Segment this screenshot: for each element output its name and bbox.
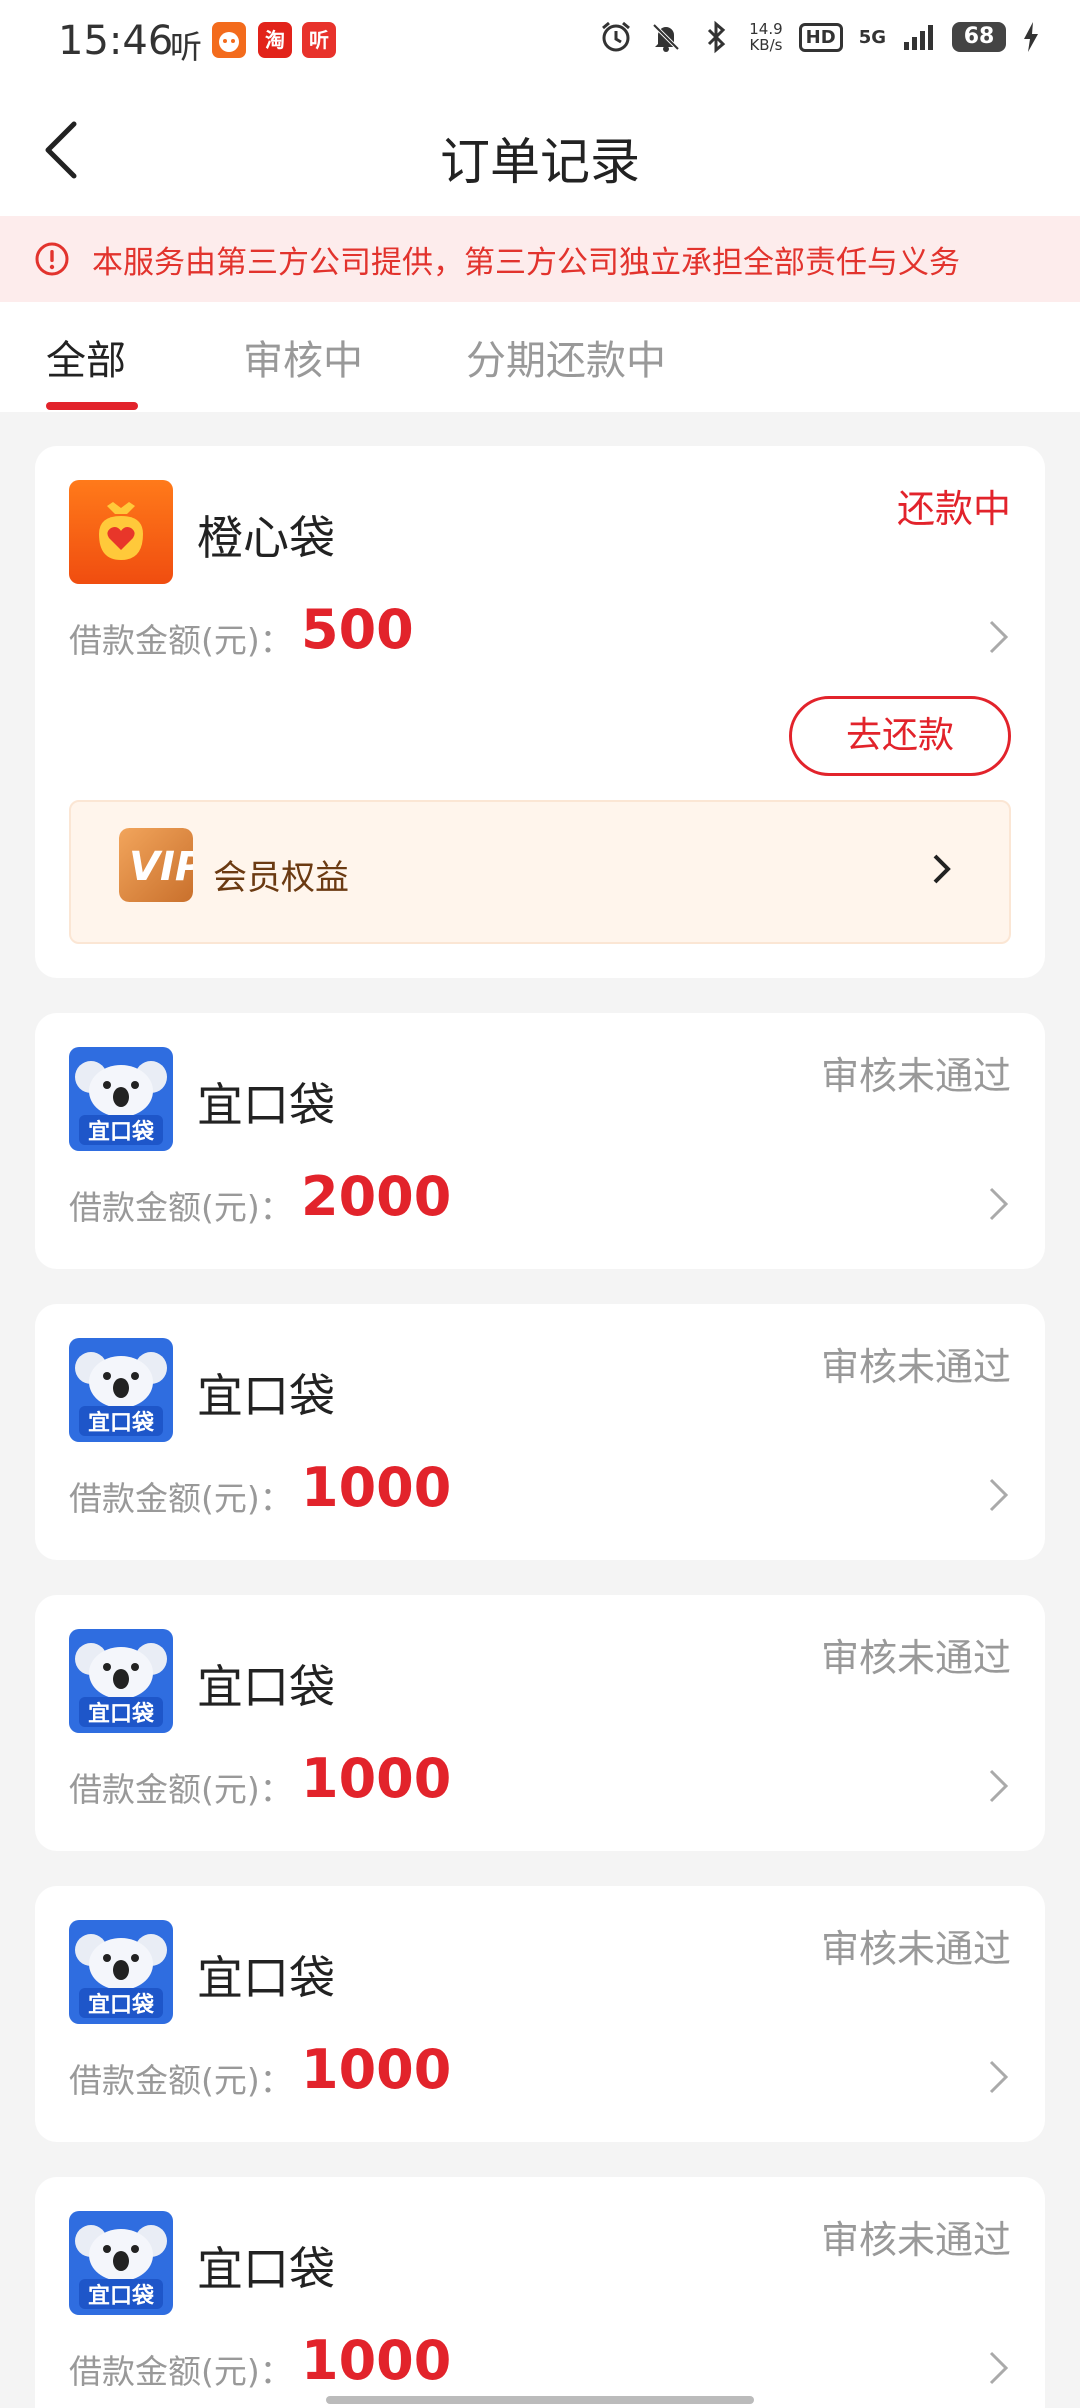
vip-icon: VIP xyxy=(119,828,193,902)
tab-all[interactable]: 全部 xyxy=(46,328,126,386)
order-status: 审核未通过 xyxy=(820,1636,1011,1680)
member-benefits-label: 会员权益 xyxy=(213,858,349,898)
page-header: 订单记录 xyxy=(0,84,1080,216)
product-name: 宜口袋 xyxy=(197,1369,335,1423)
product-name: 宜口袋 xyxy=(197,1078,335,1132)
taobao-icon: 淘 xyxy=(258,22,292,58)
chevron-right-icon[interactable] xyxy=(987,2058,1011,2096)
order-records-screen: 15:46 听 淘 听 14.9 KB/s HD 5G 68 订单记录 本服务由… xyxy=(0,0,1080,2408)
order-card[interactable]: 宜口袋 宜口袋 审核未通过 借款金额(元)： 1000 xyxy=(35,2177,1045,2408)
order-card[interactable]: 宜口袋 宜口袋 审核未通过 借款金额(元)： 2000 xyxy=(35,1013,1045,1269)
mute-bell-icon xyxy=(652,23,680,52)
active-tab-indicator xyxy=(46,402,138,410)
warning-icon xyxy=(35,242,69,276)
order-card[interactable]: 宜口袋 宜口袋 审核未通过 借款金额(元)： 1000 xyxy=(35,1304,1045,1560)
order-status: 审核未通过 xyxy=(820,1345,1011,1389)
loan-amount: 500 xyxy=(301,598,414,661)
yikoudai-logo: 宜口袋 xyxy=(69,1338,173,1442)
taobao-glyph: 淘 xyxy=(265,28,285,52)
tab-under-review[interactable]: 审核中 xyxy=(243,328,363,386)
order-status: 审核未通过 xyxy=(820,2218,1011,2262)
loan-amount: 2000 xyxy=(301,1165,452,1228)
logo-text: 宜口袋 xyxy=(88,1119,155,1145)
loan-amount: 1000 xyxy=(301,1747,452,1810)
alarm-icon xyxy=(602,21,631,52)
chengxindai-logo xyxy=(69,480,173,584)
listen-app-icon: 听 xyxy=(170,28,203,66)
repay-button[interactable]: 去还款 xyxy=(789,696,1011,776)
logo-text: 宜口袋 xyxy=(88,1410,155,1436)
order-tabs: 全部 审核中 分期还款中 xyxy=(0,302,1080,412)
member-benefits-row[interactable]: VIP 会员权益 xyxy=(69,800,1011,944)
chevron-right-icon[interactable] xyxy=(987,1476,1011,1514)
network-speed-unit: KB/s xyxy=(749,36,783,54)
loan-amount: 1000 xyxy=(301,2329,452,2392)
logo-text: 宜口袋 xyxy=(88,1992,155,2018)
order-status: 审核未通过 xyxy=(820,1927,1011,1971)
network-type: 5G xyxy=(858,26,886,48)
vip-icon-letter: VIP xyxy=(129,844,193,890)
logo-text: 宜口袋 xyxy=(88,2283,155,2309)
order-status: 审核未通过 xyxy=(820,1054,1011,1098)
bluetooth-icon xyxy=(708,20,726,54)
amount-label: 借款金额(元)： xyxy=(69,1770,293,1809)
order-card[interactable]: 宜口袋 宜口袋 审核未通过 借款金额(元)： 1000 xyxy=(35,1595,1045,1851)
ting-glyph: 听 xyxy=(309,28,329,52)
yikoudai-logo: 宜口袋 xyxy=(69,1047,173,1151)
status-time: 15:46 xyxy=(58,18,174,64)
charging-icon xyxy=(1024,22,1038,52)
page-title: 订单记录 xyxy=(440,133,640,191)
chevron-right-icon[interactable] xyxy=(987,1185,1011,1223)
chevron-right-icon[interactable] xyxy=(987,618,1011,656)
logo-text: 宜口袋 xyxy=(88,1701,155,1727)
amount-label: 借款金额(元)： xyxy=(69,2061,293,2100)
yikoudai-logo: 宜口袋 xyxy=(69,1920,173,2024)
chevron-right-icon[interactable] xyxy=(987,1767,1011,1805)
order-status: 还款中 xyxy=(896,487,1011,531)
ting-app-icon: 听 xyxy=(302,22,336,58)
product-name: 宜口袋 xyxy=(197,2242,335,2296)
loan-amount: 1000 xyxy=(301,2038,452,2101)
disclaimer-banner: 本服务由第三方公司提供，第三方公司独立承担全部责任与义务 xyxy=(0,216,1080,302)
order-card[interactable]: 宜口袋 宜口袋 审核未通过 借款金额(元)： 1000 xyxy=(35,1886,1045,2142)
disclaimer-text: 本服务由第三方公司提供，第三方公司独立承担全部责任与义务 xyxy=(92,244,960,281)
yikoudai-logo: 宜口袋 xyxy=(69,1629,173,1733)
loan-amount: 1000 xyxy=(301,1456,452,1519)
network-speed-value: 14.9 xyxy=(749,20,783,38)
hd-badge: HD xyxy=(798,22,843,52)
order-card[interactable]: 橙心袋 还款中 借款金额(元)： 500 去还款 VIP 会员权益 xyxy=(35,446,1045,978)
amount-label: 借款金额(元)： xyxy=(69,1188,293,1227)
status-indicators: 14.9 KB/s HD 5G 68 xyxy=(599,20,1040,54)
tab-installment-repayment[interactable]: 分期还款中 xyxy=(466,328,666,386)
product-name: 宜口袋 xyxy=(197,1951,335,2005)
chevron-right-icon[interactable] xyxy=(987,2349,1011,2387)
home-indicator[interactable] xyxy=(326,2396,754,2404)
yikoudai-logo: 宜口袋 xyxy=(69,2211,173,2315)
status-bar: 15:46 听 淘 听 14.9 KB/s HD 5G 68 xyxy=(0,0,1080,84)
amount-label: 借款金额(元)： xyxy=(69,1479,293,1518)
signal-icon xyxy=(904,25,933,50)
chevron-right-icon xyxy=(933,854,951,884)
amount-label: 借款金额(元)： xyxy=(69,2352,293,2391)
amount-label: 借款金额(元)： xyxy=(69,621,293,660)
network-speed: 14.9 KB/s xyxy=(749,21,782,53)
battery-indicator: 68 xyxy=(952,22,1006,52)
product-name: 宜口袋 xyxy=(197,1660,335,1714)
product-name: 橙心袋 xyxy=(197,511,335,565)
orange-app-icon xyxy=(212,22,246,58)
